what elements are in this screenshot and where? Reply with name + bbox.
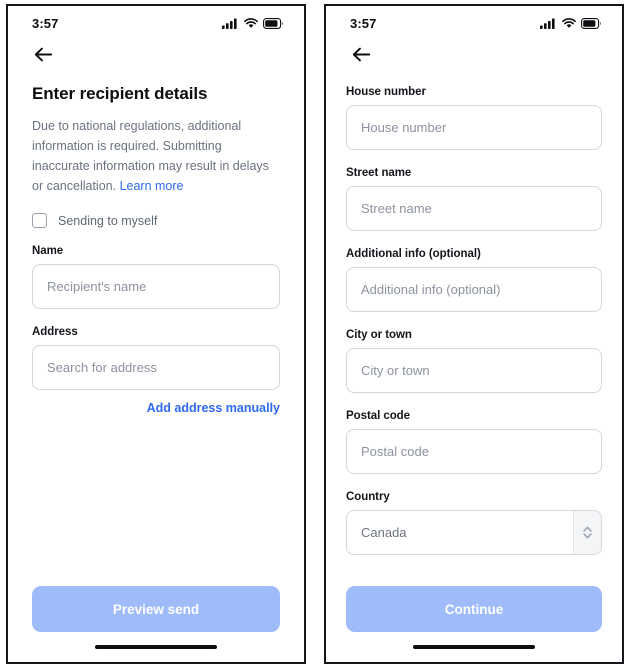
field-postal-code: Postal code Postal code (346, 410, 602, 474)
home-indicator (95, 645, 217, 649)
house-number-placeholder: House number (361, 120, 447, 135)
add-address-manually-link[interactable]: Add address manually (32, 401, 280, 415)
field-address: Address Search for address (32, 326, 280, 390)
field-name: Name Recipient's name (32, 245, 280, 309)
address-search-input[interactable]: Search for address (32, 345, 280, 390)
city-or-town-placeholder: City or town (361, 363, 430, 378)
right-cta-wrap: Continue (326, 586, 622, 632)
name-input-placeholder: Recipient's name (47, 279, 147, 294)
house-number-input[interactable]: House number (346, 105, 602, 150)
right-nav-bar (326, 40, 622, 72)
sending-to-myself-checkbox[interactable] (32, 213, 47, 228)
country-select[interactable]: Canada (346, 510, 602, 555)
postal-code-placeholder: Postal code (361, 444, 429, 459)
additional-info-input[interactable]: Additional info (optional) (346, 267, 602, 312)
field-additional-info: Additional info (optional) Additional in… (346, 248, 602, 312)
battery-icon (581, 17, 602, 29)
address-search-placeholder: Search for address (47, 360, 157, 375)
field-city-or-town: City or town City or town (346, 329, 602, 393)
wifi-icon (244, 17, 258, 29)
left-spacer (8, 501, 304, 587)
status-bar-time-right: 3:57 (350, 15, 377, 31)
sending-to-myself-checkbox-row[interactable]: Sending to myself (32, 213, 157, 228)
back-arrow-icon (352, 47, 371, 65)
left-nav-bar (8, 40, 304, 72)
city-or-town-input[interactable]: City or town (346, 348, 602, 393)
right-phone-frame: 3:57 House number House number Street na… (324, 4, 624, 664)
left-phone-frame: 3:57 Enter recipient details Due to nati… (6, 4, 306, 664)
battery-icon (263, 17, 284, 29)
page-description: Due to national regulations, additional … (32, 116, 280, 196)
preview-send-button[interactable]: Preview send (32, 586, 280, 632)
field-label-house-number: House number (346, 86, 426, 98)
left-cta-wrap: Preview send (8, 586, 304, 632)
left-home-indicator-wrap (8, 632, 304, 662)
field-country: Country Canada (346, 491, 602, 555)
back-button[interactable] (30, 43, 56, 69)
field-label-city-or-town: City or town (346, 329, 412, 341)
field-label-name: Name (32, 245, 64, 257)
field-label-address: Address (32, 326, 78, 338)
name-input[interactable]: Recipient's name (32, 264, 280, 309)
right-home-indicator-wrap (326, 632, 622, 662)
field-label-country: Country (346, 491, 390, 503)
field-label-additional-info: Additional info (optional) (346, 248, 481, 260)
street-name-input[interactable]: Street name (346, 186, 602, 231)
field-label-postal-code: Postal code (346, 410, 410, 422)
right-status-bar: 3:57 (326, 6, 622, 40)
back-arrow-icon (34, 47, 53, 65)
status-bar-time: 3:57 (32, 15, 59, 31)
country-select-value: Canada (361, 525, 407, 540)
status-bar-icons (222, 17, 284, 29)
status-bar-icons-right (540, 17, 602, 29)
home-indicator-right (413, 645, 535, 649)
field-house-number: House number House number (346, 86, 602, 150)
additional-info-placeholder: Additional info (optional) (361, 282, 501, 297)
street-name-placeholder: Street name (361, 201, 432, 216)
left-screen-body: Enter recipient details Due to national … (8, 72, 304, 501)
cellular-signal-icon (540, 18, 557, 29)
field-label-street-name: Street name (346, 167, 412, 179)
chevron-up-down-icon[interactable] (573, 511, 601, 554)
cellular-signal-icon (222, 18, 239, 29)
screenshot-stage: 3:57 Enter recipient details Due to nati… (0, 0, 628, 668)
sending-to-myself-label: Sending to myself (58, 213, 158, 228)
back-button-right[interactable] (348, 43, 374, 69)
left-status-bar: 3:57 (8, 6, 304, 40)
right-screen-body: House number House number Street name St… (326, 72, 622, 571)
learn-more-link[interactable]: Learn more (120, 179, 184, 193)
field-street-name: Street name Street name (346, 167, 602, 231)
right-spacer (326, 571, 622, 587)
continue-button[interactable]: Continue (346, 586, 602, 632)
wifi-icon (562, 17, 576, 29)
page-title: Enter recipient details (32, 84, 208, 103)
postal-code-input[interactable]: Postal code (346, 429, 602, 474)
